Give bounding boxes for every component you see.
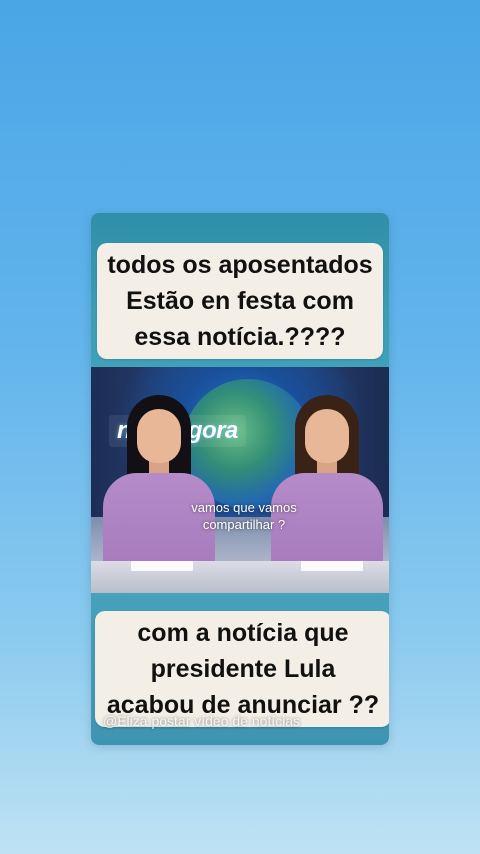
caption-top-line-3: essa notícia.???? bbox=[134, 323, 346, 351]
desk-paper bbox=[301, 561, 363, 571]
caption-bottom: com a notícia que presidente Lula acabou… bbox=[95, 611, 389, 727]
overlay-line-2: compartilhar ? bbox=[202, 517, 286, 532]
overlay-line-1: vamos que vamos bbox=[191, 500, 297, 515]
post-card[interactable]: todos os aposentados Estão en festa com … bbox=[91, 213, 389, 745]
caption-top-line-2: Estão en festa com bbox=[126, 287, 354, 315]
anchor-face bbox=[137, 409, 181, 463]
watermark: @Eliza postar vídeo de notícias bbox=[103, 713, 301, 729]
caption-bottom-line-2: presidente Lula bbox=[150, 655, 336, 683]
video-frame[interactable]: newsagora vamos que vamos compartilhar ? bbox=[91, 367, 389, 593]
caption-bottom-line-1: com a notícia que bbox=[137, 619, 349, 647]
desk-paper bbox=[131, 561, 193, 571]
caption-top: todos os aposentados Estão en festa com … bbox=[97, 243, 383, 359]
anchor-face bbox=[305, 409, 349, 463]
video-overlay-text: vamos que vamos compartilhar ? bbox=[169, 499, 319, 533]
news-anchor-right bbox=[267, 395, 387, 585]
caption-top-line-1: todos os aposentados bbox=[107, 251, 373, 279]
news-anchor-left bbox=[99, 395, 219, 585]
